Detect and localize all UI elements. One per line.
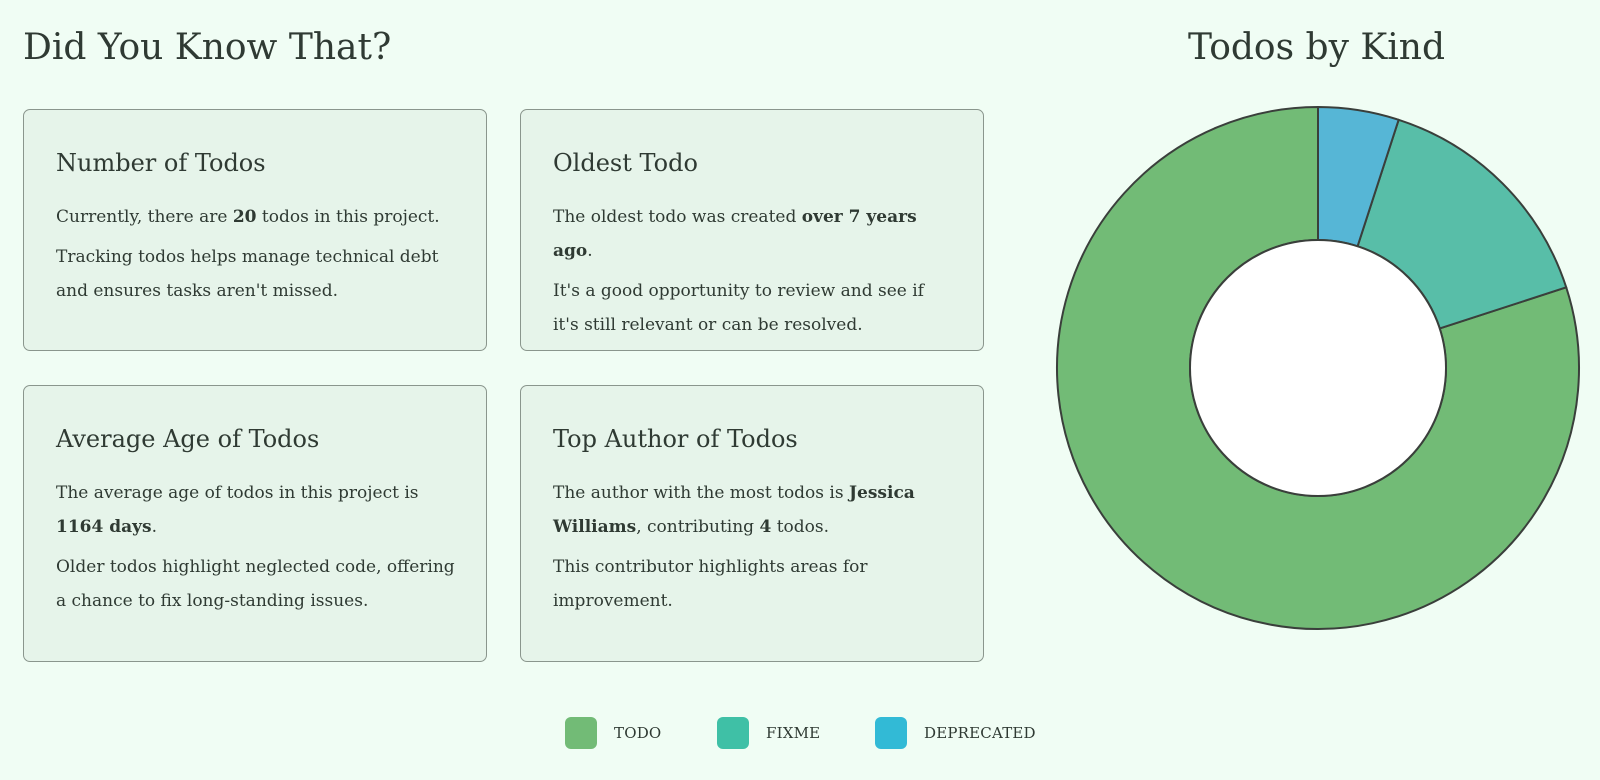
card-description: This contributor highlights areas for im… — [553, 557, 868, 611]
card-title: Top Author of Todos — [553, 425, 798, 453]
todos-by-kind-donut-chart — [1056, 106, 1580, 630]
chart-title: Todos by Kind — [1188, 27, 1445, 68]
top-author-count: 4 — [759, 517, 772, 537]
legend-item-fixme[interactable]: FIXME — [717, 716, 820, 750]
legend-swatch — [717, 717, 749, 749]
card-description: It's a good opportunity to review and se… — [553, 281, 924, 335]
legend-item-todo[interactable]: TODO — [565, 716, 661, 750]
card-description: Older todos highlight neglected code, of… — [56, 557, 455, 611]
legend-swatch — [565, 717, 597, 749]
card-description: Tracking todos helps manage technical de… — [56, 247, 439, 301]
card-stat-text: Currently, there are 20 todos in this pr… — [56, 207, 440, 227]
card-stat-text: The oldest todo was created over 7 years… — [553, 207, 917, 261]
card-title: Number of Todos — [56, 149, 266, 177]
legend-label: FIXME — [766, 724, 821, 742]
legend-label: TODO — [614, 724, 662, 742]
legend-item-deprecated[interactable]: DEPRECATED — [875, 716, 1036, 750]
legend-swatch — [875, 717, 907, 749]
chart-legend: TODO FIXME DEPRECATED — [0, 716, 1600, 750]
card-oldest-todo: Oldest Todo The oldest todo was created … — [520, 109, 984, 351]
card-average-age: Average Age of Todos The average age of … — [23, 385, 487, 662]
todo-count-value: 20 — [232, 207, 257, 227]
average-age-value: 1164 days — [56, 517, 152, 537]
section-title: Did You Know That? — [23, 27, 392, 68]
card-stat-text: The author with the most todos is Jessic… — [553, 483, 915, 537]
donut-center — [1189, 239, 1447, 497]
legend-label: DEPRECATED — [924, 724, 1036, 742]
card-stat-text: The average age of todos in this project… — [56, 483, 419, 537]
card-number-of-todos: Number of Todos Currently, there are 20 … — [23, 109, 487, 351]
card-title: Average Age of Todos — [56, 425, 320, 453]
card-title: Oldest Todo — [553, 149, 698, 177]
card-top-author: Top Author of Todos The author with the … — [520, 385, 984, 662]
